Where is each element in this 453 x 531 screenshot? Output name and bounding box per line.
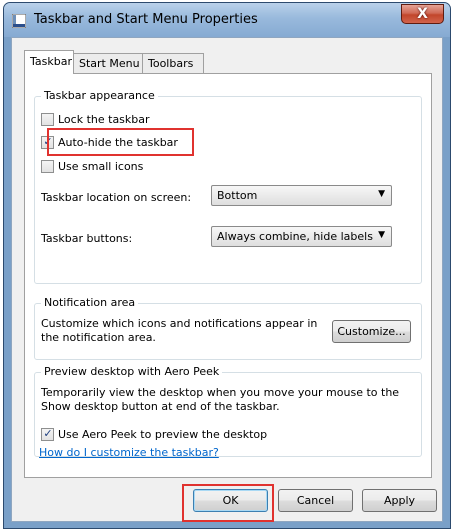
ok-highlight-box: [182, 484, 274, 522]
aero-peek-description-line1: Temporarily view the desktop when you mo…: [41, 386, 400, 399]
taskbar-app-icon: [12, 14, 26, 28]
apply-button[interactable]: Apply: [362, 489, 437, 512]
window-title: Taskbar and Start Menu Properties: [34, 12, 258, 27]
checkbox-box[interactable]: ✓: [41, 426, 54, 441]
chevron-down-icon: ▼: [378, 189, 385, 199]
checkbox-box[interactable]: [41, 112, 54, 126]
group-label: Notification area: [41, 296, 139, 309]
help-link[interactable]: How do I customize the taskbar?: [39, 446, 219, 459]
dropdown-value: Always combine, hide labels: [217, 230, 373, 243]
tab-label: Start Menu: [79, 57, 140, 70]
tab-taskbar[interactable]: Taskbar: [24, 50, 74, 74]
auto-hide-highlight-box: [47, 128, 194, 156]
notification-area-group: Notification area Customize which icons …: [34, 296, 422, 360]
tab-toolbars[interactable]: Toolbars: [142, 53, 204, 73]
notification-description-line1: Customize which icons and notifications …: [41, 317, 318, 330]
aero-peek-group: Preview desktop with Aero Peek Temporari…: [34, 365, 422, 457]
customize-button[interactable]: Customize...: [332, 320, 411, 343]
aero-peek-checkbox[interactable]: ✓ Use Aero Peek to preview the desktop: [41, 426, 267, 442]
group-label: Preview desktop with Aero Peek: [41, 365, 223, 378]
small-icons-checkbox[interactable]: Use small icons: [41, 158, 143, 174]
location-label: Taskbar location on screen:: [41, 191, 192, 204]
checkbox-box[interactable]: [41, 159, 54, 173]
cancel-button[interactable]: Cancel: [278, 489, 353, 512]
close-icon: X: [417, 6, 428, 22]
tab-label: Taskbar: [30, 55, 72, 68]
properties-window: Taskbar and Start Menu Properties X Task…: [3, 2, 451, 529]
dialog-client-area: Taskbar Start Menu Toolbars Taskbar appe…: [11, 37, 443, 522]
checkmark-icon: ✓: [43, 426, 53, 440]
close-button[interactable]: X: [401, 4, 444, 24]
checkbox-label: Lock the taskbar: [58, 112, 150, 126]
notification-description-line2: the notification area.: [41, 331, 156, 344]
location-dropdown[interactable]: Bottom ▼: [211, 185, 392, 206]
taskbar-appearance-group: Taskbar appearance Lock the taskbar ✓ Au…: [34, 89, 422, 284]
buttons-label: Taskbar buttons:: [41, 232, 133, 245]
group-label: Taskbar appearance: [41, 89, 158, 102]
chevron-down-icon: ▼: [378, 230, 385, 240]
checkbox-label: Use small icons: [58, 159, 144, 173]
dropdown-value: Bottom: [217, 189, 258, 202]
title-bar[interactable]: Taskbar and Start Menu Properties X: [4, 3, 450, 37]
checkbox-label: Use Aero Peek to preview the desktop: [58, 427, 268, 441]
tab-label: Toolbars: [148, 57, 194, 70]
lock-taskbar-checkbox[interactable]: Lock the taskbar: [41, 111, 150, 127]
tab-start-menu[interactable]: Start Menu: [73, 53, 143, 73]
buttons-dropdown[interactable]: Always combine, hide labels ▼: [211, 226, 392, 247]
aero-peek-description-line2: Show desktop button at end of the taskba…: [41, 400, 280, 413]
